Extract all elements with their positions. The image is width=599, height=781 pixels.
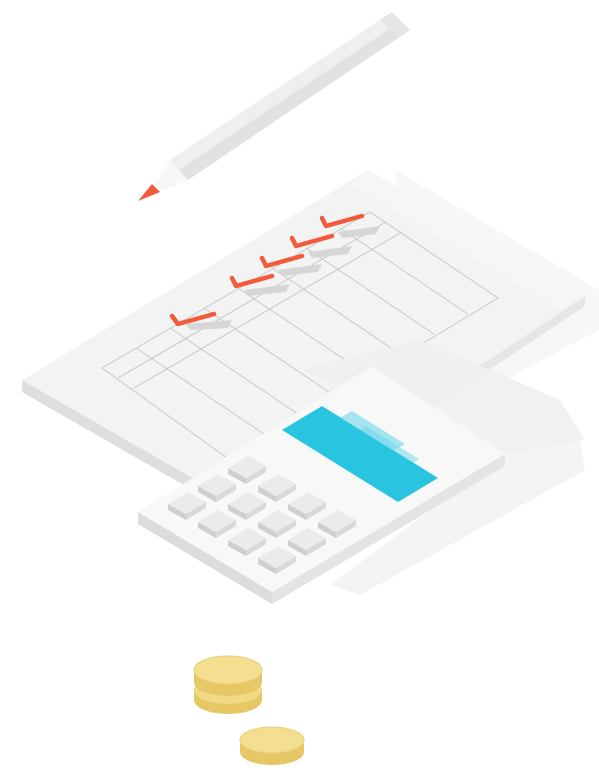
pencil-body-shade bbox=[179, 21, 410, 180]
coin-stack bbox=[193, 655, 305, 765]
finance-illustration bbox=[22, 12, 599, 765]
illustration-stage bbox=[0, 0, 599, 781]
coin bbox=[239, 726, 305, 765]
coin bbox=[193, 655, 263, 696]
